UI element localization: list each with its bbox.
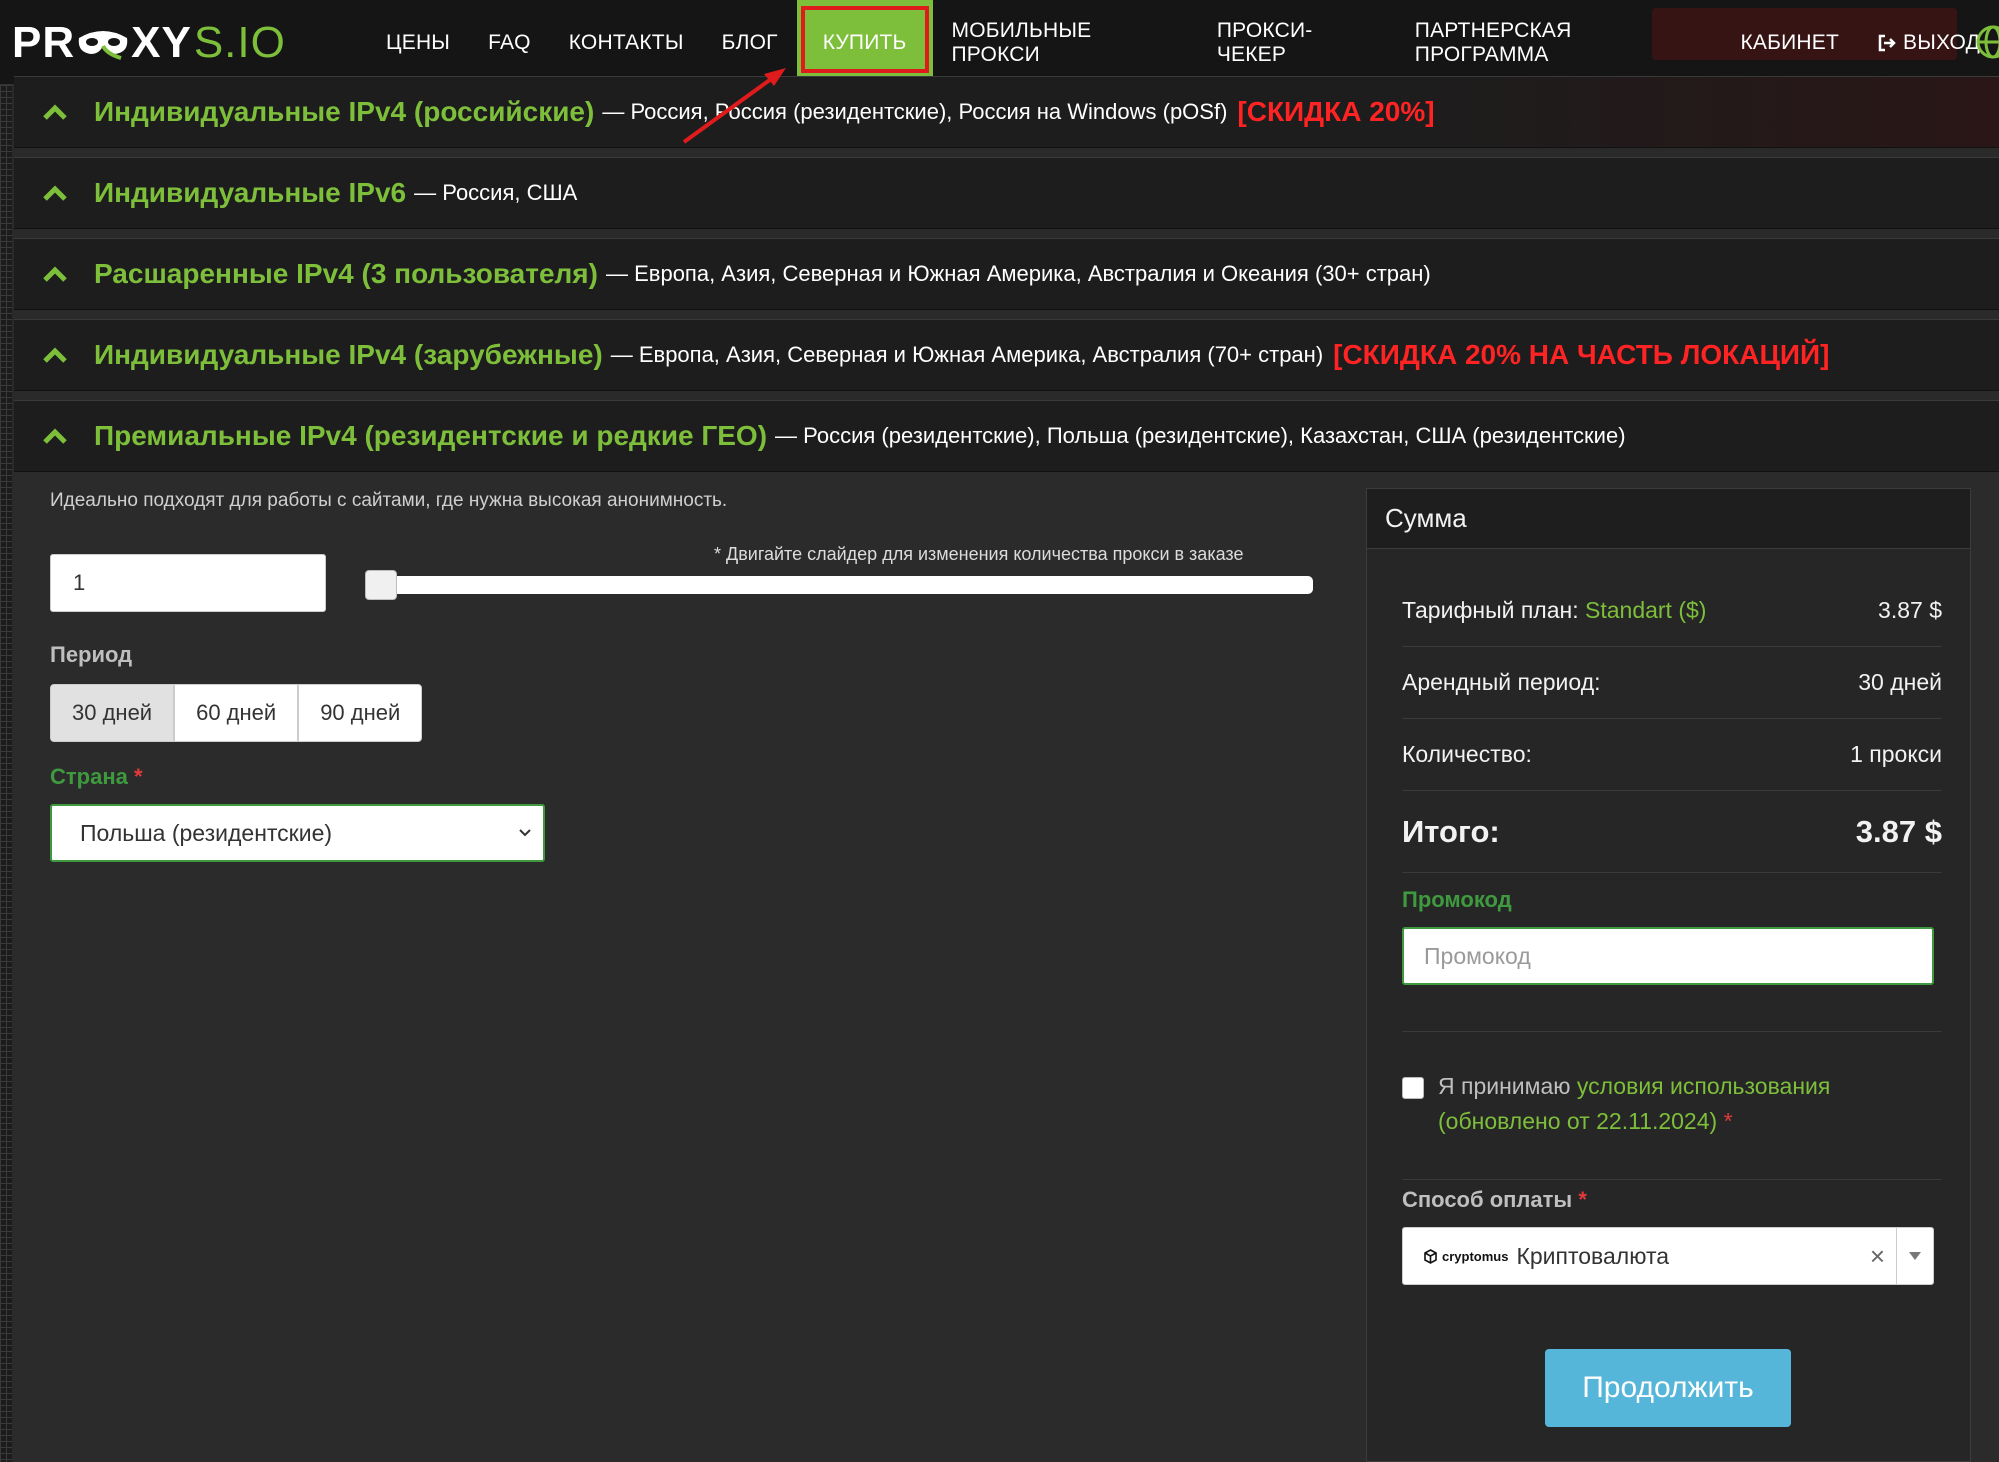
accordion-title: Индивидуальные IPv4 (зарубежные) [94, 339, 603, 370]
terms-checkbox[interactable] [1402, 1077, 1424, 1099]
mask-icon [78, 31, 128, 60]
summary-total-label: Итого: [1402, 813, 1500, 849]
nav-proxy-checker[interactable]: ПРОКСИ-ЧЕКЕР [1198, 0, 1396, 85]
nav-prices[interactable]: ЦЕНЫ [367, 0, 469, 85]
chevron-up-icon [43, 104, 67, 120]
accordion-title: Премиальные IPv4 (резидентские и редкие … [94, 420, 768, 451]
period-30-button[interactable]: 30 дней [50, 684, 175, 742]
terms-row: Я принимаю условия использования (обновл… [1402, 1069, 1942, 1139]
accordion-desc: — Россия, США [414, 180, 578, 205]
accordion-desc: — Россия, Россия (резидентские), Россия … [602, 99, 1228, 124]
clear-selection-icon[interactable]: × [1870, 1241, 1885, 1272]
country-label: Страна * [50, 764, 143, 790]
summary-row-period: Арендный период: 30 дней [1402, 647, 1942, 719]
summary-total-value: 3.87 $ [1855, 813, 1942, 849]
accordion-premium-ipv4[interactable]: Премиальные IPv4 (резидентские и редкие … [14, 400, 1999, 472]
nav-mobile-proxy[interactable]: МОБИЛЬНЫЕ ПРОКСИ [933, 0, 1198, 85]
summary-period-value: 30 дней [1858, 669, 1942, 695]
period-90-button[interactable]: 90 дней [298, 684, 423, 742]
quantity-input[interactable]: 1 [50, 554, 326, 612]
payment-method-value: Криптовалюта [1516, 1242, 1670, 1269]
slider-hint: * Двигайте слайдер для изменения количес… [714, 544, 1244, 564]
accordion-ipv6[interactable]: Индивидуальные IPv6 — Россия, США [14, 157, 1999, 229]
summary-plan-label: Тарифный план: [1402, 597, 1579, 623]
globe-icon[interactable] [1975, 24, 1999, 60]
promo-code-input[interactable]: Промокод [1402, 927, 1934, 985]
payment-method-label: Способ оплаты * [1402, 1187, 1587, 1213]
summary-row-total: Итого: 3.87 $ [1402, 791, 1942, 873]
period-60-button[interactable]: 60 дней [174, 684, 299, 742]
accordion-title: Индивидуальные IPv4 (российские) [94, 96, 595, 127]
nav-buy[interactable]: КУПИТЬ [796, 0, 933, 85]
accordion-ipv4-foreign[interactable]: Индивидуальные IPv4 (зарубежные) — Европ… [14, 319, 1999, 391]
logo-text-domain: S.IO [193, 18, 286, 67]
divider [1402, 1179, 1942, 1180]
country-select[interactable]: Польша (резидентские) [50, 804, 545, 862]
summary-row-plan: Тарифный план: Standart ($) 3.87 $ [1402, 575, 1942, 647]
panel-intro-text: Идеально подходят для работы с сайтами, … [50, 490, 728, 511]
nav-faq[interactable]: FAQ [469, 0, 550, 85]
nav-cabinet[interactable]: КАБИНЕТ [1721, 0, 1858, 85]
summary-title: Сумма [1367, 489, 1970, 549]
decorative-grid [0, 85, 12, 1462]
chevron-down-icon [519, 829, 531, 837]
discount-badge: [СКИДКА 20%] [1237, 96, 1435, 127]
summary-qty-value: 1 прокси [1850, 741, 1942, 767]
logo-text-pr: PR [12, 18, 76, 67]
summary-plan-price: 3.87 $ [1878, 597, 1942, 623]
period-label: Период [50, 642, 133, 667]
required-mark: * [133, 764, 143, 789]
chevron-up-icon [43, 185, 67, 201]
summary-plan-label-group: Тарифный план: Standart ($) [1402, 597, 1706, 624]
accordion-desc: — Россия (резидентские), Польша (резиден… [775, 423, 1626, 448]
summary-qty-label: Количество: [1402, 741, 1532, 767]
logout-icon [1878, 34, 1896, 51]
summary-period-label: Арендный период: [1402, 669, 1601, 695]
quantity-slider-handle[interactable] [365, 570, 397, 600]
pay-brand-name: cryptomus [1442, 1248, 1509, 1264]
main-nav: ЦЕНЫ FAQ КОНТАКТЫ БЛОГ КУПИТЬ МОБИЛЬНЫЕ … [367, 0, 1999, 85]
country-label-text: Страна [50, 764, 128, 789]
nav-partner-program[interactable]: ПАРТНЕРСКАЯ ПРОГРАММА [1396, 0, 1722, 85]
promo-label: Промокод [1402, 887, 1512, 912]
accordion-desc: — Европа, Азия, Северная и Южная Америка… [610, 342, 1324, 367]
summary-plan-name: Standart ($) [1585, 597, 1707, 623]
required-mark: * [1723, 1108, 1733, 1134]
nav-blog[interactable]: БЛОГ [703, 0, 797, 85]
accordion-ipv4-russian[interactable]: Индивидуальные IPv4 (российские) — Росси… [14, 76, 1999, 148]
required-mark: * [1578, 1187, 1587, 1212]
accordion-title: Расшаренные IPv4 (3 пользователя) [94, 258, 598, 289]
caret-down-icon[interactable] [1907, 1250, 1923, 1262]
terms-prefix: Я принимаю [1438, 1073, 1571, 1099]
accordion-title: Индивидуальные IPv6 [94, 177, 407, 208]
top-navbar: PR XY S.IO ЦЕНЫ FAQ КОНТАКТЫ БЛОГ КУПИТЬ… [0, 0, 1999, 85]
select-separator [1896, 1228, 1897, 1284]
chevron-up-icon [43, 428, 67, 444]
quantity-slider-track[interactable] [365, 576, 1313, 594]
nav-logout-label: ВЫХОД [1902, 30, 1980, 54]
payment-method-select[interactable]: cryptomus Криптовалюта × [1402, 1227, 1934, 1285]
order-summary-card: Сумма Тарифный план: Standart ($) 3.87 $… [1366, 488, 1971, 1462]
chevron-up-icon [43, 266, 67, 282]
accordion-shared-ipv4[interactable]: Расшаренные IPv4 (3 пользователя) — Евро… [14, 238, 1999, 310]
cube-icon [1424, 1248, 1437, 1264]
site-logo[interactable]: PR XY S.IO [12, 18, 286, 67]
nav-contacts[interactable]: КОНТАКТЫ [550, 0, 703, 85]
discount-badge: [СКИДКА 20% НА ЧАСТЬ ЛОКАЦИЙ] [1333, 339, 1830, 370]
period-toggle-group: 30 дней 60 дней 90 дней [50, 684, 423, 742]
continue-button[interactable]: Продолжить [1545, 1349, 1791, 1427]
summary-row-quantity: Количество: 1 прокси [1402, 719, 1942, 791]
chevron-up-icon [43, 347, 67, 363]
logo-text-xy: XY [131, 18, 192, 67]
cryptomus-logo: cryptomus [1423, 1249, 1508, 1264]
payment-method-label-text: Способ оплаты [1402, 1187, 1573, 1212]
country-select-value: Польша (резидентские) [80, 819, 333, 846]
terms-text: Я принимаю условия использования (обновл… [1438, 1069, 1942, 1139]
divider [1402, 1031, 1942, 1032]
accordion-desc: — Европа, Азия, Северная и Южная Америка… [605, 261, 1431, 286]
